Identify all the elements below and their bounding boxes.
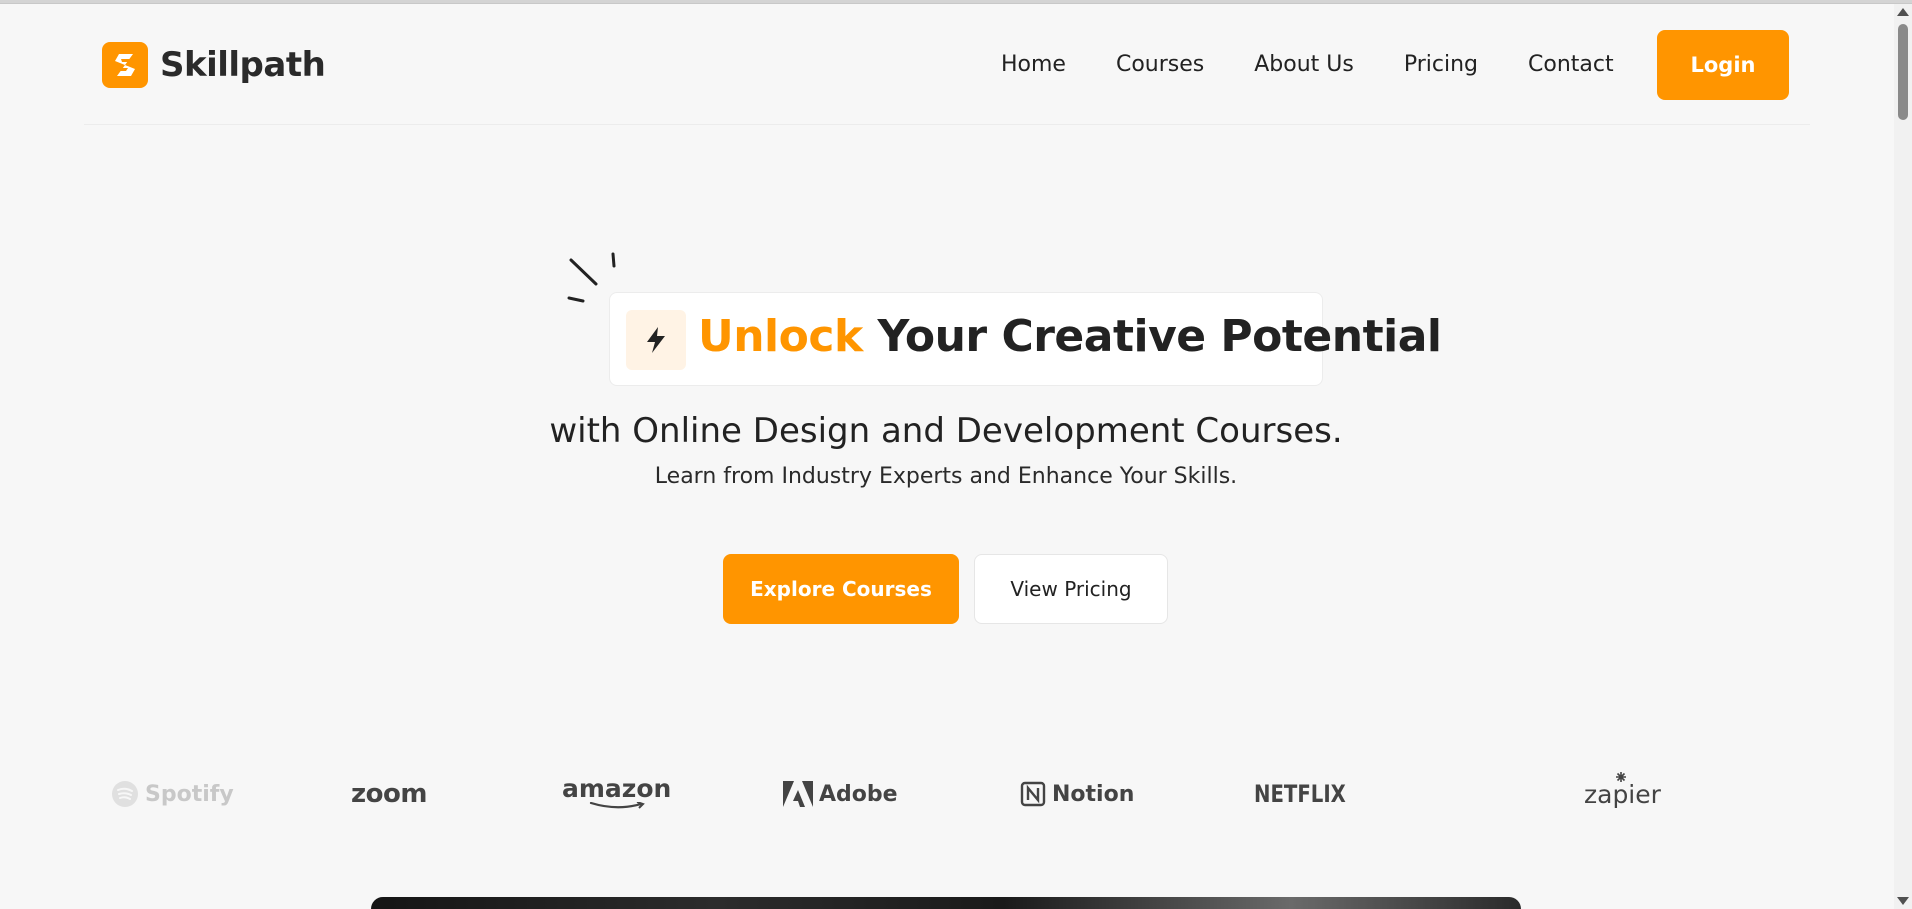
nav-courses[interactable]: Courses [1116, 52, 1204, 77]
netflix-wordmark: NETFLIX [1254, 780, 1346, 808]
amazon-smile-icon [589, 802, 645, 809]
hero-image-preview [371, 897, 1521, 909]
zapier-wordmark: zapier [1584, 779, 1661, 809]
skillpath-logo-icon [102, 42, 148, 88]
logo[interactable]: Skillpath [102, 42, 326, 88]
hero-headline-card: Unlock Your Creative Potential [609, 292, 1442, 386]
hero-subtitle: with Online Design and Development Cours… [549, 411, 1343, 451]
scroll-up-arrow-icon[interactable] [1897, 8, 1909, 16]
scroll-thumb[interactable] [1898, 24, 1908, 120]
amazon-wordmark: amazon [562, 774, 672, 803]
netflix-logo: NETFLIX [1254, 776, 1366, 812]
view-pricing-button[interactable]: View Pricing [974, 554, 1168, 624]
notion-logo: Notion [1020, 776, 1134, 812]
amazon-logo: amazon [562, 776, 671, 812]
main-nav: Home Courses About Us Pricing Contact [1001, 52, 1614, 77]
lightning-icon [626, 310, 686, 370]
header-divider [84, 124, 1810, 125]
nav-about-us[interactable]: About Us [1254, 52, 1354, 77]
browser-top-edge [0, 0, 1912, 4]
hero-tagline: Learn from Industry Experts and Enhance … [654, 464, 1238, 489]
spotify-logo: Spotify [111, 776, 234, 812]
zapier-asterisk-icon [1616, 772, 1626, 782]
site-header: Skillpath Home Courses About Us Pricing … [84, 28, 1790, 100]
nav-contact[interactable]: Contact [1528, 52, 1614, 77]
nav-home[interactable]: Home [1001, 52, 1066, 77]
zoom-logo: zoom [351, 776, 427, 812]
notion-wordmark: Notion [1052, 781, 1135, 807]
zapier-logo: zapier [1584, 772, 1661, 812]
adobe-icon [783, 781, 813, 807]
page-scrollbar[interactable] [1894, 4, 1912, 909]
brand-name: Skillpath [160, 45, 326, 85]
zoom-wordmark: zoom [351, 779, 427, 809]
adobe-logo: Adobe [783, 776, 898, 812]
explore-courses-button[interactable]: Explore Courses [723, 554, 959, 624]
hero-title-rest: Your Creative Potential [877, 311, 1442, 362]
notion-icon [1020, 781, 1046, 807]
spotify-icon [112, 781, 138, 807]
hero-title: Unlock Your Creative Potential [698, 311, 1442, 362]
login-button[interactable]: Login [1657, 30, 1789, 100]
scroll-down-arrow-icon[interactable] [1897, 897, 1909, 905]
hero-title-accent: Unlock [698, 311, 863, 362]
nav-pricing[interactable]: Pricing [1404, 52, 1478, 77]
adobe-wordmark: Adobe [819, 781, 898, 807]
spotify-wordmark: Spotify [145, 781, 234, 807]
